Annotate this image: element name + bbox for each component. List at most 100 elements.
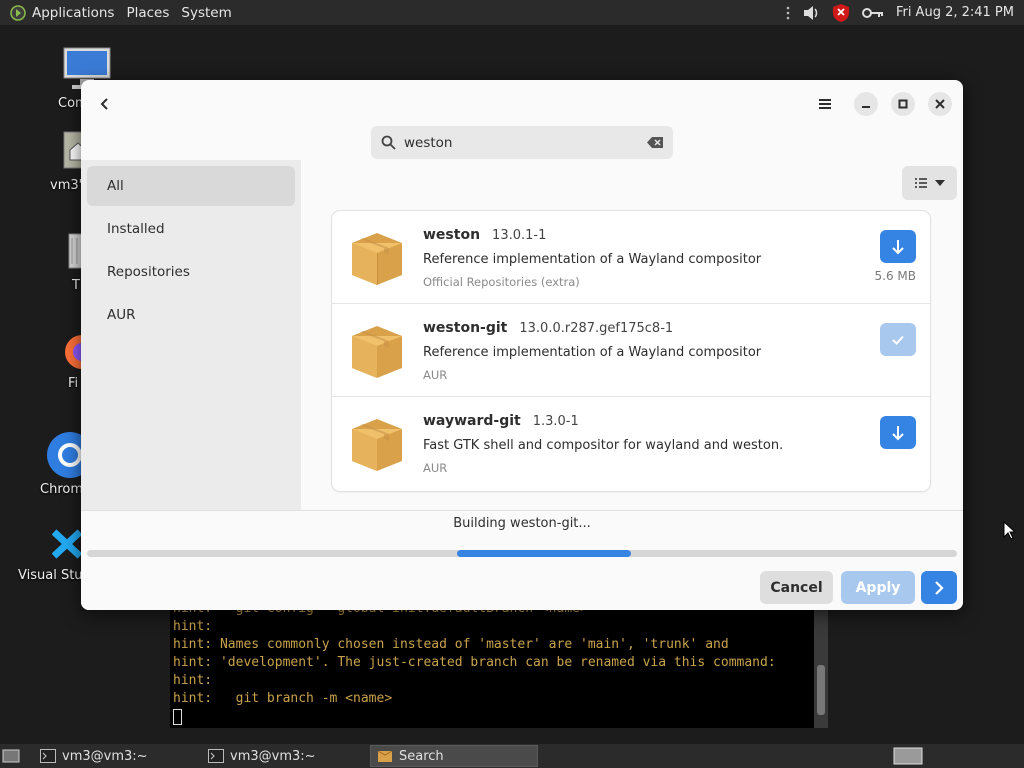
terminal-output: hint: git config --global init.defaultBr… xyxy=(173,600,776,726)
security-shield-icon[interactable] xyxy=(832,3,850,23)
download-arrow-icon xyxy=(892,239,904,254)
package-list: weston 13.0.1-1 Reference implementation … xyxy=(332,211,930,491)
desktop-icon-label: Visual Stud xyxy=(18,568,91,583)
chevron-down-icon xyxy=(934,180,945,186)
sidebar-item-repositories[interactable]: Repositories xyxy=(87,252,295,292)
status-text: Building weston-git... xyxy=(453,516,591,531)
close-icon xyxy=(935,99,945,109)
sidebar-item-installed[interactable]: Installed xyxy=(87,209,295,249)
desktop-icon-label: vm3' xyxy=(50,178,83,193)
terminal-cursor xyxy=(173,708,182,725)
package-size: 5.6 MB xyxy=(874,269,916,283)
vscode-icon xyxy=(51,529,83,559)
package-version: 13.0.0.r287.gef175c8-1 xyxy=(519,321,674,336)
list-item[interactable]: weston 13.0.1-1 Reference implementation … xyxy=(332,211,930,304)
package-title: wayward-git xyxy=(423,413,521,429)
system-tray: Fri Aug 2, 2:41 PM xyxy=(780,0,1024,25)
taskbar-item-terminal-2[interactable]: vm3@vm3:~ xyxy=(202,745,368,767)
taskbar-item-search[interactable]: Search xyxy=(370,745,538,767)
hamburger-menu-icon xyxy=(819,99,831,109)
search-bar[interactable]: weston xyxy=(371,126,673,159)
terminal-line: hint: git branch -m <name> xyxy=(173,691,393,706)
desktop-icon-label: Fi xyxy=(68,376,79,391)
clock[interactable]: Fri Aug 2, 2:41 PM xyxy=(896,5,1014,20)
desktop-icon-chrome[interactable]: Chrom xyxy=(40,432,93,497)
taskbar-item-terminal-1[interactable]: vm3@vm3:~ xyxy=(34,745,200,767)
main-menu-button[interactable] xyxy=(813,92,837,116)
desktop-icon-firefox[interactable]: Fi xyxy=(64,332,99,391)
sidebar-item-label: AUR xyxy=(107,307,136,323)
package-repository: Official Repositories (extra) xyxy=(423,275,580,289)
progress-bar xyxy=(87,550,957,557)
back-button[interactable] xyxy=(93,92,117,116)
applications-menu[interactable]: Applications xyxy=(0,0,120,25)
taskbar-item-label: vm3@vm3:~ xyxy=(62,748,148,764)
applications-menu-label: Applications xyxy=(32,4,115,21)
download-arrow-icon xyxy=(892,425,904,440)
clear-search-icon[interactable] xyxy=(647,137,663,148)
terminal-line: hint: xyxy=(173,673,213,688)
top-panel: Applications Places System Fri Aug 2, 2:… xyxy=(0,0,1024,25)
package-box-icon xyxy=(352,233,402,285)
system-menu-label: System xyxy=(181,4,232,21)
sidebar-item-all[interactable]: All xyxy=(87,166,295,206)
terminal-scrollbar[interactable] xyxy=(814,595,828,728)
chevron-left-icon xyxy=(100,98,108,110)
taskbar-item-label: Search xyxy=(399,748,444,764)
desktop-icon-vscode[interactable]: Visual Stud xyxy=(18,526,91,583)
install-button[interactable] xyxy=(880,416,916,449)
list-item[interactable]: weston-git 13.0.0.r287.gef175c8-1 Referen… xyxy=(332,304,930,397)
show-desktop-button[interactable] xyxy=(2,745,24,767)
bottom-panel: vm3@vm3:~ vm3@vm3:~ Search xyxy=(0,744,1024,768)
terminal-line: hint: Names commonly chosen instead of '… xyxy=(173,637,729,652)
terminal-window[interactable]: hint: git config --global init.defaultBr… xyxy=(170,595,828,728)
volume-icon[interactable] xyxy=(802,4,820,22)
package-box-icon xyxy=(352,419,402,471)
show-desktop-icon xyxy=(2,749,20,763)
terminal-icon xyxy=(40,749,56,763)
network-key-icon[interactable] xyxy=(861,7,884,19)
desktop-icon-label: T xyxy=(72,278,80,293)
package-manager-icon xyxy=(377,750,393,762)
taskbar-item-label: vm3@vm3:~ xyxy=(230,748,316,764)
cancel-button[interactable]: Cancel xyxy=(760,571,833,604)
places-menu-label: Places xyxy=(126,4,170,21)
list-item[interactable]: wayward-git 1.3.0-1 Fast GTK shell and co… xyxy=(332,397,930,490)
apply-button[interactable]: Apply xyxy=(841,571,915,604)
package-manager-window: weston All Installed Repositories AUR we… xyxy=(81,80,963,610)
chevron-right-icon xyxy=(935,580,944,595)
terminal-icon xyxy=(208,749,224,763)
terminal-line: hint: 'development'. The just-created br… xyxy=(173,655,776,670)
package-title: weston-git xyxy=(423,320,508,336)
sidebar-item-label: Repositories xyxy=(107,264,190,280)
install-button[interactable] xyxy=(880,230,916,263)
sidebar-item-label: Installed xyxy=(107,221,165,237)
next-button[interactable] xyxy=(921,571,957,604)
package-version: 13.0.1-1 xyxy=(492,228,547,243)
terminal-line: hint: xyxy=(173,619,213,634)
workspace-icon xyxy=(893,747,923,765)
package-name: wayward-git 1.3.0-1 xyxy=(423,413,579,429)
mouse-cursor-icon xyxy=(1003,521,1015,540)
view-options-button[interactable] xyxy=(902,166,957,200)
package-name: weston 13.0.1-1 xyxy=(423,227,546,243)
workspace-switcher[interactable] xyxy=(893,745,927,767)
scrollbar-thumb[interactable] xyxy=(817,665,825,715)
selected-button[interactable] xyxy=(880,323,916,356)
search-input[interactable]: weston xyxy=(404,135,453,151)
search-icon xyxy=(381,135,396,150)
places-menu[interactable]: Places xyxy=(120,0,175,25)
maximize-button[interactable] xyxy=(891,92,915,116)
package-name: weston-git 13.0.0.r287.gef175c8-1 xyxy=(423,320,673,336)
checkmark-icon xyxy=(892,335,904,345)
list-view-icon xyxy=(914,178,927,188)
package-description: Reference implementation of a Wayland co… xyxy=(423,252,762,267)
system-menu[interactable]: System xyxy=(175,0,237,25)
terminal-prompt-line[interactable] xyxy=(173,708,776,726)
sidebar-item-aur[interactable]: AUR xyxy=(87,295,295,335)
close-button[interactable] xyxy=(928,92,952,116)
chrome-icon xyxy=(47,432,93,478)
progress-fill xyxy=(457,550,631,557)
minimize-button[interactable] xyxy=(854,92,878,116)
package-title: weston xyxy=(423,227,481,243)
